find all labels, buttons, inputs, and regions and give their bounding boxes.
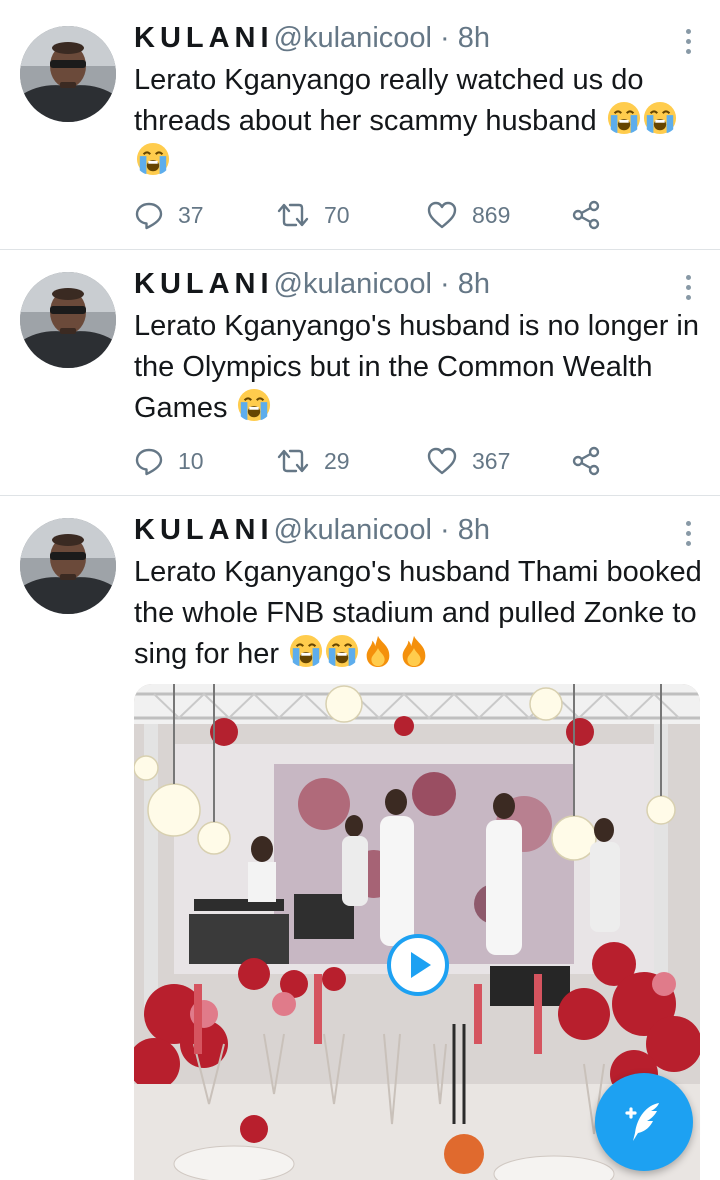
reply-button[interactable]: 37 xyxy=(134,197,204,233)
handle-and-time: @kulanicool · 8h xyxy=(273,22,490,54)
fire-emoji-icon xyxy=(397,634,431,668)
avatar[interactable] xyxy=(20,26,116,122)
retweet-button[interactable]: 29 xyxy=(276,443,350,479)
more-icon[interactable] xyxy=(682,272,694,302)
reply-count: 37 xyxy=(178,201,204,228)
like-count: 869 xyxy=(472,201,511,228)
tweet-text: Lerato Kganyango's husband is no longer … xyxy=(134,310,700,424)
display-name[interactable]: KULANI xyxy=(134,22,274,54)
tweet-header: KULANI@kulanicool · 8h xyxy=(134,264,660,304)
reply-count: 10 xyxy=(178,447,204,474)
display-name[interactable]: KULANI xyxy=(134,268,274,300)
compose-tweet-icon xyxy=(625,1103,659,1141)
crying-emoji-icon xyxy=(325,634,359,668)
like-button[interactable]: 869 xyxy=(426,197,510,233)
share-button[interactable] xyxy=(570,443,616,479)
tweet-text: Lerato Kganyango really watched us do th… xyxy=(134,60,706,183)
fire-emoji-icon xyxy=(361,634,395,668)
reply-icon xyxy=(135,448,163,476)
play-icon xyxy=(411,952,431,978)
crying-emoji-icon xyxy=(237,388,271,422)
tweet-actions: 10 29 367 xyxy=(134,443,614,479)
share-button[interactable] xyxy=(570,197,616,233)
retweet-count: 29 xyxy=(324,447,350,474)
crying-emoji-icon xyxy=(607,101,641,135)
tweet[interactable]: KULANI@kulanicool · 8h Lerato Kganyango'… xyxy=(0,250,720,496)
handle-and-time: @kulanicool · 8h xyxy=(273,268,490,300)
tweet[interactable]: KULANI@kulanicool · 8h Lerato Kganyango … xyxy=(0,0,720,250)
like-count: 367 xyxy=(472,447,511,474)
tweet-actions: 37 70 869 xyxy=(134,197,614,233)
avatar[interactable] xyxy=(20,518,116,614)
like-icon xyxy=(427,201,457,229)
more-icon[interactable] xyxy=(682,26,694,56)
crying-emoji-icon xyxy=(136,142,170,176)
display-name[interactable]: KULANI xyxy=(134,514,274,546)
retweet-icon xyxy=(277,449,309,473)
share-icon xyxy=(572,200,600,230)
reply-icon xyxy=(135,202,163,230)
avatar[interactable] xyxy=(20,272,116,368)
retweet-count: 70 xyxy=(324,201,350,228)
handle-and-time: @kulanicool · 8h xyxy=(273,514,490,546)
share-icon xyxy=(572,446,600,476)
like-button[interactable]: 367 xyxy=(426,443,510,479)
crying-emoji-icon xyxy=(289,634,323,668)
reply-button[interactable]: 10 xyxy=(134,443,204,479)
play-button[interactable] xyxy=(387,934,449,996)
retweet-icon xyxy=(277,203,309,227)
retweet-button[interactable]: 70 xyxy=(276,197,350,233)
tweet-text: Lerato Kganyango's husband Thami booked … xyxy=(134,556,702,670)
compose-tweet-button[interactable] xyxy=(595,1073,693,1171)
crying-emoji-icon xyxy=(643,101,677,135)
more-icon[interactable] xyxy=(682,518,694,548)
like-icon xyxy=(427,447,457,475)
tweet-header: KULANI@kulanicool · 8h xyxy=(134,18,660,58)
tweet-header: KULANI@kulanicool · 8h xyxy=(134,510,660,550)
